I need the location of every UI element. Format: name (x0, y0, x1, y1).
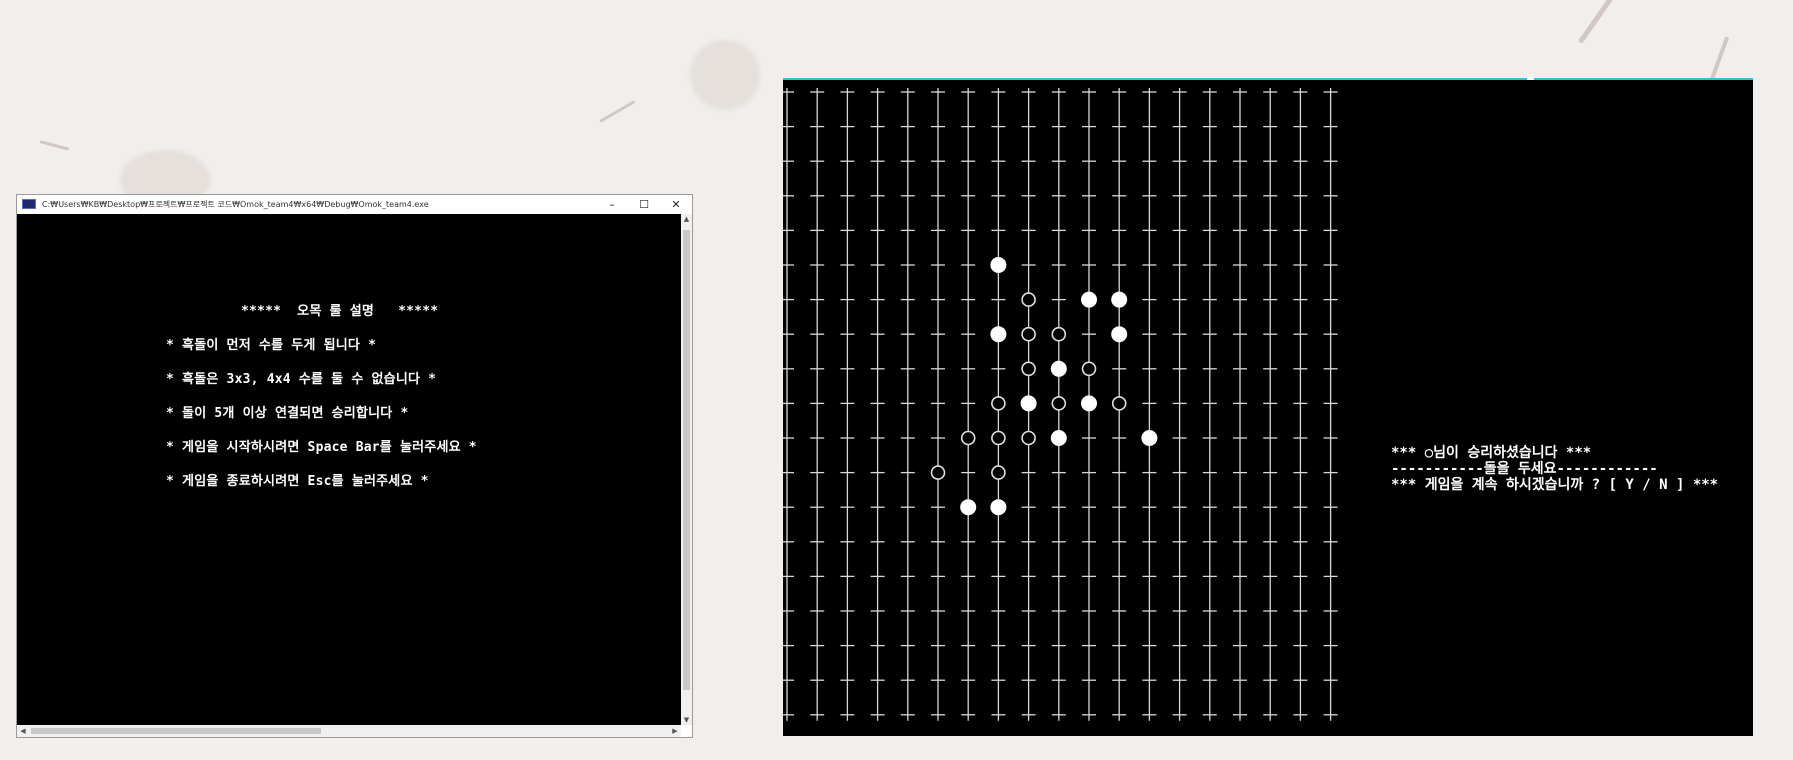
maximize-button[interactable]: ☐ (628, 195, 660, 213)
white-stone (1050, 360, 1067, 377)
console-app-icon (22, 199, 36, 209)
game-messages: *** ○님이 승리하셨습니다 *** -----------돌을 두세요----… (1391, 445, 1718, 493)
scroll-right-icon[interactable]: ▶ (669, 725, 681, 737)
black-stone (991, 396, 1006, 411)
omok-board[interactable] (783, 80, 1343, 736)
white-stone (1111, 326, 1128, 343)
white-stone (1111, 291, 1128, 308)
game-screen: *** ○님이 승리하셨습니다 *** -----------돌을 두세요----… (783, 80, 1753, 736)
white-stone (1020, 395, 1037, 412)
black-stone (1111, 396, 1127, 411)
close-button[interactable]: ✕ (660, 195, 692, 213)
black-stone (1051, 326, 1067, 342)
white-stone (990, 257, 1007, 273)
rule-line: * 게임을 시작하시려면 Space Bar를 눌러주세요 * (166, 440, 477, 455)
place-stone-message: -----------돌을 두세요------------ (1391, 461, 1658, 477)
black-stone (991, 465, 1006, 480)
console-output: ***** 오목 룰 설명 ***** * 흑돌이 먼저 수를 두게 됩니다 *… (17, 214, 681, 725)
window-titlebar[interactable]: C:₩Users₩KB₩Desktop₩프로젝트₩프로젝트 코드₩Omok_te… (17, 195, 692, 213)
black-stone (991, 430, 1006, 446)
white-stone (1050, 430, 1067, 446)
minimize-button[interactable]: – (596, 195, 628, 213)
continue-prompt: *** 게임을 계속 하시겠습니까 ? [ Y / N ] *** (1391, 477, 1719, 493)
scroll-down-icon[interactable]: ▼ (681, 715, 692, 725)
black-stone (1021, 430, 1036, 446)
black-stone (1081, 361, 1097, 377)
window-title: C:₩Users₩KB₩Desktop₩프로젝트₩프로젝트 코드₩Omok_te… (42, 199, 429, 209)
white-stone (1081, 395, 1097, 412)
white-stone (990, 326, 1007, 343)
console-window: C:₩Users₩KB₩Desktop₩프로젝트₩프로젝트 코드₩Omok_te… (16, 194, 693, 738)
rules-heading: ***** 오목 룰 설명 ***** (241, 304, 439, 319)
win-message: *** ○님이 승리하셨습니다 *** (1391, 445, 1592, 461)
rule-line: * 흑돌이 먼저 수를 두게 됩니다 * (166, 338, 377, 353)
black-stone (1021, 292, 1036, 307)
scroll-left-icon[interactable]: ◀ (17, 725, 29, 737)
black-stone (960, 430, 976, 446)
vertical-scroll-thumb[interactable] (683, 230, 690, 690)
scroll-up-icon[interactable]: ▲ (681, 214, 692, 224)
white-stone (1081, 291, 1097, 308)
black-stone (1021, 361, 1036, 377)
black-stone (1021, 326, 1036, 342)
horizontal-scroll-thumb[interactable] (31, 728, 321, 734)
black-stone (930, 465, 946, 480)
white-stone (1141, 430, 1158, 446)
rule-line: * 돌이 5개 이상 연결되면 승리합니다 * (166, 406, 409, 421)
horizontal-scrollbar[interactable]: ◀ ▶ (17, 725, 681, 737)
vertical-scrollbar[interactable]: ▲ ▼ (681, 214, 692, 725)
white-stone (960, 499, 977, 516)
rule-line: * 게임을 종료하시려면 Esc를 눌러주세요 * (166, 474, 429, 489)
black-stone (1051, 396, 1067, 411)
rule-line: * 흑돌은 3x3, 4x4 수를 둘 수 없습니다 * (166, 372, 437, 387)
white-stone (990, 499, 1007, 516)
